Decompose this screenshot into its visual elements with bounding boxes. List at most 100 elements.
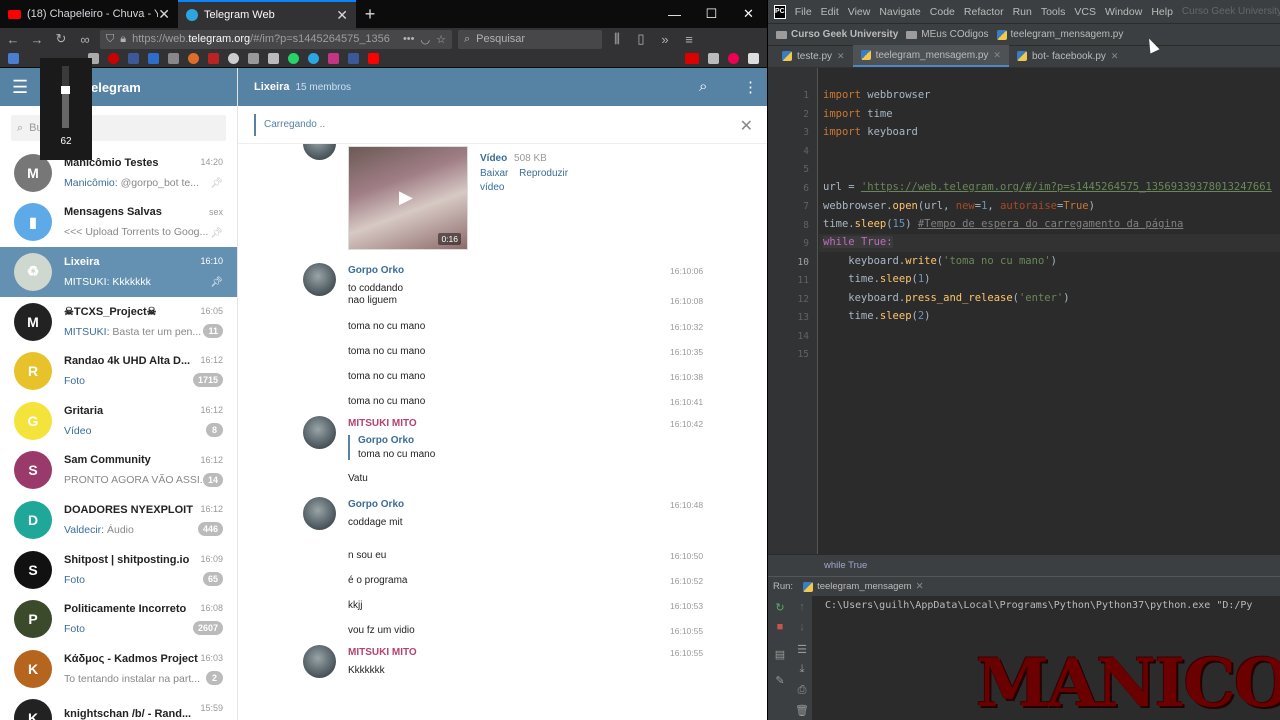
print-icon[interactable]: ⎙ [792, 684, 812, 697]
code-line-11[interactable]: keyboard.write('toma no cu mano') [823, 255, 1057, 267]
group-title[interactable]: Lixeira [254, 81, 289, 93]
bookmark-icon[interactable] [148, 53, 159, 64]
chat-list-item[interactable]: K Κάδμος - Kadmos Project To tentando in… [0, 644, 237, 694]
menu-window[interactable]: Window [1105, 6, 1142, 18]
close-tab-icon[interactable]: ✕ [1111, 51, 1119, 62]
avatar[interactable] [303, 416, 336, 449]
play-link[interactable]: Reproduzir [519, 168, 568, 179]
chat-list-item[interactable]: ♻ Lixeira MITSUKI: Kkkkkkk 16:10 📌︎ [0, 247, 237, 297]
sender-name[interactable]: Gorpo Orko [348, 265, 404, 276]
lock-icon[interactable]: 🔒︎ [120, 33, 126, 46]
bookmark-icon[interactable] [108, 53, 119, 64]
editor-tab[interactable]: teste.py ✕ [774, 45, 853, 67]
code-line-10[interactable]: while True: [823, 236, 893, 248]
pin-icon[interactable]: ✎ [770, 674, 790, 687]
menu-refactor[interactable]: Refactor [964, 6, 1004, 18]
code-line-8[interactable]: webbrowser.open(url, new=1, autoraise=Tr… [823, 200, 1095, 212]
close-icon[interactable]: ✕ [740, 116, 753, 136]
trash-icon[interactable]: 🗑︎ [792, 704, 812, 717]
menu-edit[interactable]: Edit [821, 6, 839, 18]
bookmark-icon[interactable] [168, 53, 179, 64]
search-icon[interactable]: ⌕ [699, 78, 707, 95]
chat-list-item[interactable]: S Sam Community PRONTO AGORA VÃO ASSI...… [0, 446, 237, 496]
page-actions-icon[interactable]: ••• [403, 33, 415, 45]
sender-name[interactable]: MITSUKI MITO [348, 647, 417, 658]
close-tab-icon[interactable]: ✕ [158, 6, 170, 23]
volume-track[interactable] [61, 66, 70, 128]
breadcrumb-file[interactable]: teelegram_mensagem.py [996, 29, 1123, 40]
bookmark-icon[interactable] [268, 53, 279, 64]
more-options-icon[interactable]: ⋮ [743, 78, 758, 96]
up-icon[interactable]: ↑ [792, 601, 812, 613]
breadcrumb-folder[interactable]: MEus COdigos [906, 29, 989, 40]
rerun-icon[interactable]: ↻ [770, 601, 790, 614]
chat-list-item[interactable]: S Shitpost | shitposting.io Foto 16:09 65 [0, 545, 237, 595]
chat-list-item[interactable]: M Manicômio Testes Manicômio: @gorpo_bot… [0, 148, 237, 198]
code-line-13[interactable]: keyboard.press_and_release('enter') [823, 292, 1069, 304]
code-line-7[interactable]: url = 'https://web.telegram.org/#/im?p=s… [823, 181, 1272, 193]
library-icon[interactable]: ⫼ [608, 31, 626, 47]
close-tab-icon[interactable]: ✕ [993, 50, 1001, 61]
run-tab[interactable]: teelegram_mensagem ✕ [803, 581, 924, 592]
bookmark-icon[interactable] [8, 53, 19, 64]
editor-tab-active[interactable]: teelegram_mensagem.py ✕ [852, 45, 1009, 67]
chat-list-item[interactable]: G Gritaria Vídeo 16:12 8 [0, 396, 237, 446]
code-line-3[interactable]: import keyboard [823, 126, 918, 138]
facebook-icon[interactable] [348, 53, 359, 64]
avatar[interactable] [303, 144, 336, 160]
video-thumbnail[interactable]: ▶ 0:16 [348, 146, 468, 250]
menu-run[interactable]: Run [1013, 6, 1032, 18]
bookmark-icon[interactable] [228, 53, 239, 64]
volume-knob[interactable] [61, 85, 70, 94]
menu-file[interactable]: File [795, 6, 812, 18]
avatar[interactable] [303, 645, 336, 678]
code-line-2[interactable]: import time [823, 108, 893, 120]
extension-icon[interactable] [728, 53, 739, 64]
menu-view[interactable]: View [848, 6, 871, 18]
code-line-9[interactable]: time.sleep(15) #Tempo de espera do carre… [823, 218, 1183, 230]
close-tab-icon[interactable]: ✕ [916, 581, 924, 592]
reload-icon[interactable]: ↻ [52, 31, 70, 47]
overflow-icon[interactable]: » [656, 32, 674, 47]
extension-icon[interactable] [708, 53, 719, 64]
sender-name[interactable]: Gorpo Orko [348, 499, 404, 510]
code-editor[interactable]: 1 2 3 4 5 6 7 8 9 10 11 12 13 14 15 import webbrowser … [768, 68, 1280, 554]
maximize-button[interactable]: ☐ [693, 0, 730, 28]
instagram-icon[interactable] [328, 53, 339, 64]
breadcrumb-project[interactable]: Curso Geek University [776, 29, 898, 40]
bookmark-star-icon[interactable]: ☆ [436, 33, 446, 46]
bookmark-icon[interactable] [248, 53, 259, 64]
hamburger-menu-icon[interactable]: ☰ [12, 77, 42, 98]
chat-list-item[interactable]: M ☠TCXS_Project☠ MITSUKI: Basta ter um p… [0, 297, 237, 347]
url-bar[interactable]: ⛉ 🔒︎ https://web.telegram.org/#/im?p=s14… [100, 29, 452, 49]
close-tab-icon[interactable]: ✕ [837, 51, 845, 62]
telegram-icon[interactable] [308, 53, 319, 64]
bookmark-icon[interactable] [128, 53, 139, 64]
layout-icon[interactable]: ▤ [770, 648, 790, 661]
pocket-icon[interactable]: ◡ [421, 33, 431, 46]
stop-icon[interactable]: ■ [770, 621, 790, 633]
down-icon[interactable]: ↓ [792, 621, 812, 633]
chat-list-item[interactable]: P Politicamente Incorreto Foto 16:08 2607 [0, 594, 237, 644]
url-text[interactable]: https://web.telegram.org/#/im?p=s1445264… [132, 33, 397, 45]
chat-list-item[interactable]: D DOADORES NYEXPLOIT Valdecir: Áudio 16:… [0, 495, 237, 545]
chat-list-item[interactable]: ▮ Mensagens Salvas <<< Upload Torrents t… [0, 198, 237, 248]
play-icon[interactable]: ▶ [399, 187, 413, 208]
close-window-button[interactable]: ✕ [730, 0, 767, 28]
browser-tab-telegram[interactable]: Telegram Web ✕ [178, 0, 356, 28]
bookmark-icon[interactable] [188, 53, 199, 64]
close-tab-icon[interactable]: ✕ [336, 7, 348, 24]
status-scope[interactable]: while True [824, 560, 867, 571]
download-link[interactable]: Baixar [480, 168, 508, 179]
adblock-icon[interactable] [685, 53, 699, 64]
tracking-icon[interactable]: ∞ [76, 32, 94, 47]
code-line-1[interactable]: import webbrowser [823, 89, 930, 101]
shield-icon[interactable]: ⛉ [106, 33, 114, 46]
soft-wrap-icon[interactable]: ☰ [792, 643, 812, 656]
extension-icon[interactable] [748, 53, 759, 64]
back-icon[interactable]: ← [4, 32, 22, 47]
reply-quote[interactable]: Gorpo Orko toma no cu mano [348, 435, 435, 460]
avatar[interactable] [303, 263, 336, 296]
browser-tab-youtube[interactable]: (18) Chapeleiro - Chuva - Y ✕ [0, 0, 178, 28]
menu-icon[interactable]: ≡ [680, 32, 698, 47]
